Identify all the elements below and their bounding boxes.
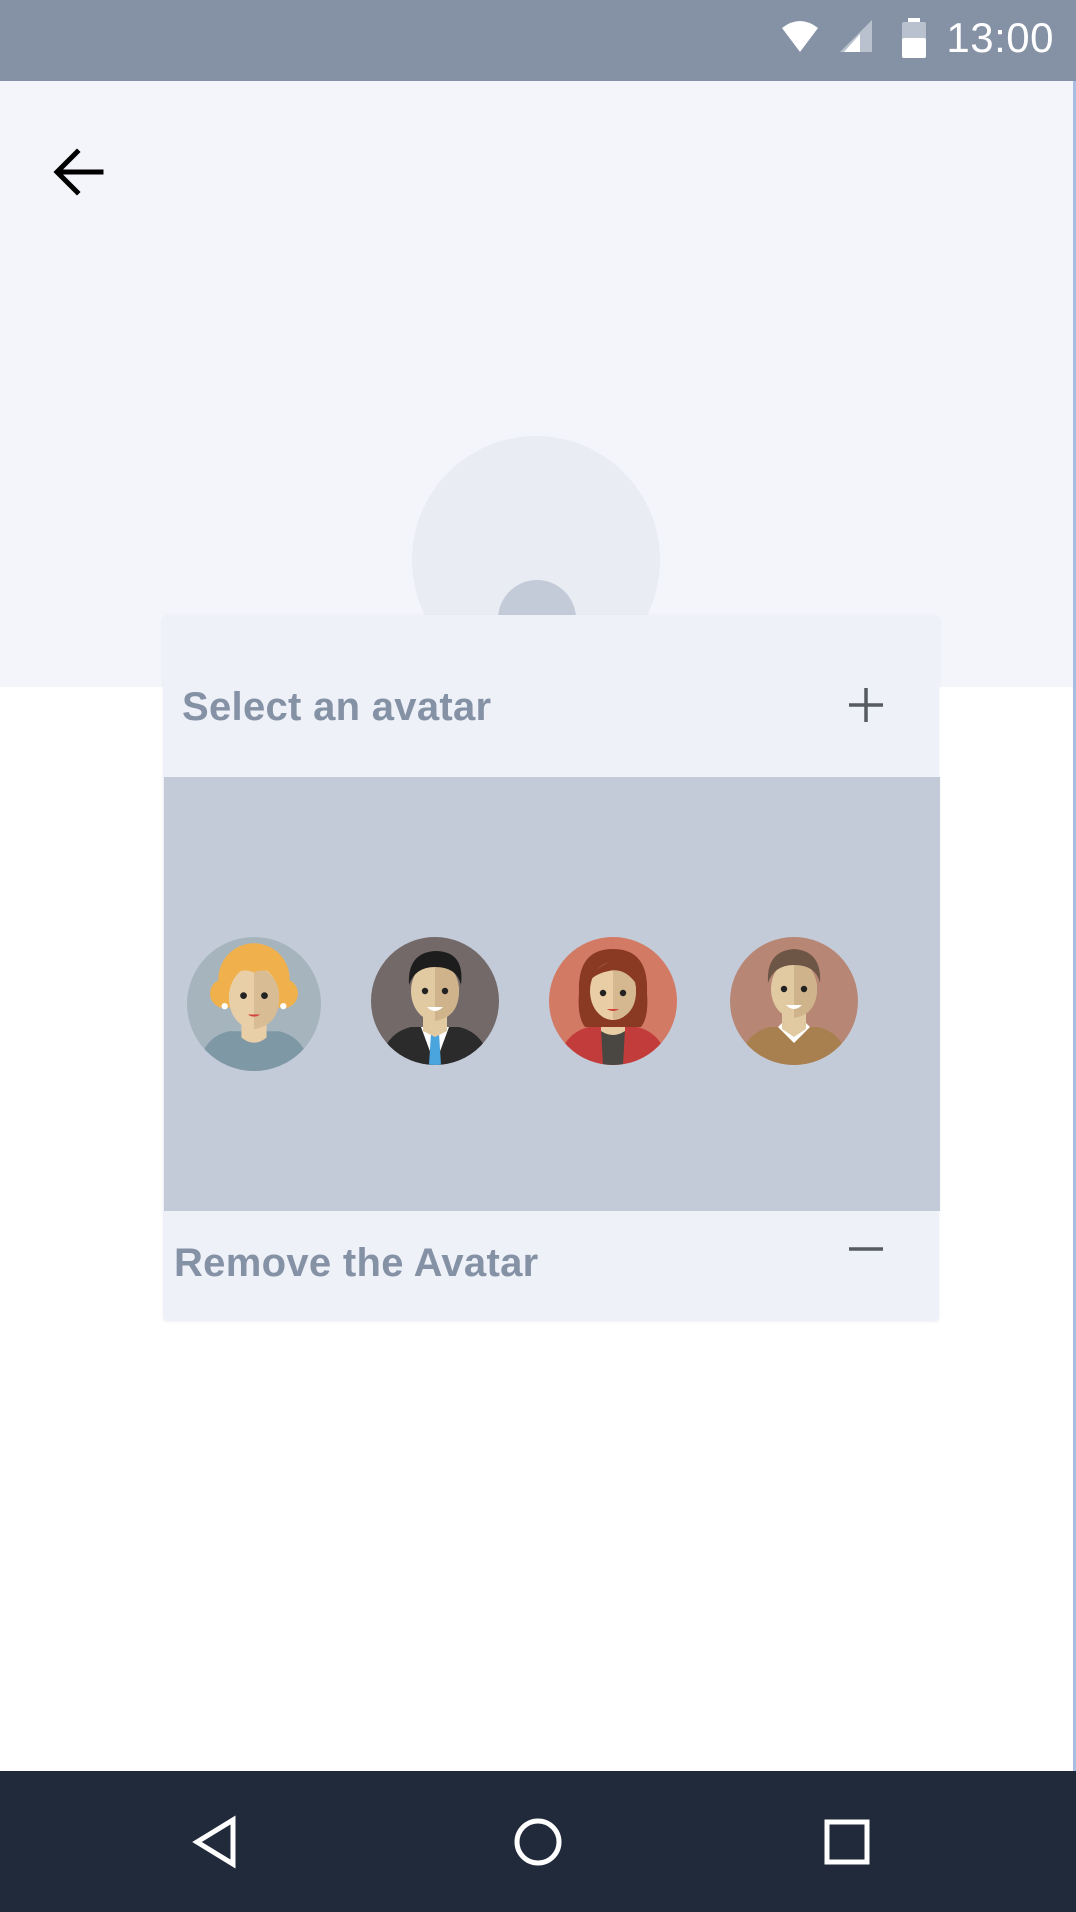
nav-home-icon: [514, 1818, 562, 1866]
avatar-redhead-woman[interactable]: [549, 937, 677, 1065]
remove-avatar-label: Remove the Avatar: [174, 1241, 539, 1285]
nav-back-button[interactable]: [180, 1807, 250, 1877]
cell-signal-icon: [838, 18, 874, 59]
status-bar: 13:00: [0, 0, 1076, 81]
avatar-options-panel: [164, 777, 940, 1211]
back-button[interactable]: [44, 137, 114, 207]
status-time: 13:00: [946, 14, 1054, 61]
minus-icon[interactable]: [846, 1229, 886, 1269]
select-avatar-row[interactable]: Select an avatar: [163, 615, 939, 777]
wifi-icon: [780, 18, 820, 59]
screen: 13:00 Select an avatar Remove the Avatar: [0, 0, 1076, 1912]
nav-recents-icon: [824, 1819, 870, 1865]
select-avatar-label: Select an avatar: [182, 685, 492, 729]
avatar-dialog: Select an avatar Remove the Avatar: [163, 615, 940, 1321]
avatar-blonde-woman[interactable]: [187, 937, 321, 1071]
remove-avatar-row[interactable]: Remove the Avatar: [163, 1211, 939, 1321]
nav-home-button[interactable]: [503, 1807, 573, 1877]
nav-recents-button[interactable]: [812, 1807, 882, 1877]
avatar-man-in-suit[interactable]: [371, 937, 499, 1065]
plus-icon[interactable]: [846, 685, 886, 725]
nav-back-icon: [192, 1815, 236, 1869]
system-nav-bar: [0, 1771, 1076, 1912]
arrow-left-icon: [53, 148, 104, 196]
battery-icon: [900, 18, 928, 63]
avatar-man-brown-jacket[interactable]: [730, 937, 858, 1065]
